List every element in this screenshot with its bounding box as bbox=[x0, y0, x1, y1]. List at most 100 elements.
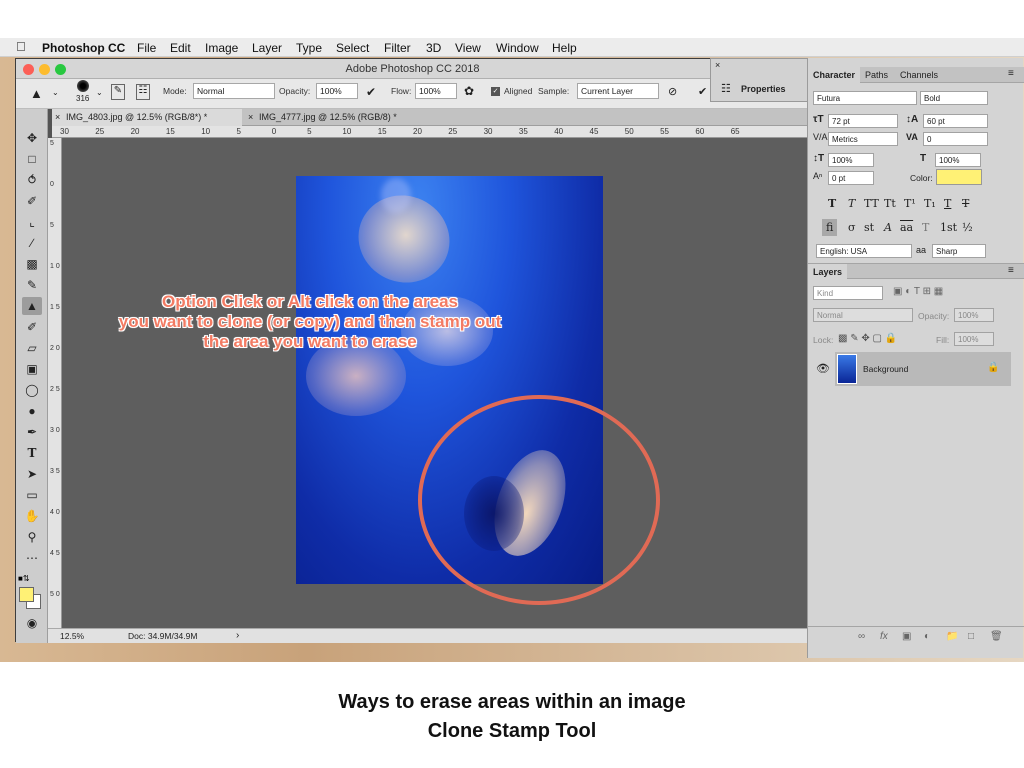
gradient-tool-icon[interactable]: ▣ bbox=[22, 360, 42, 378]
tab-paths[interactable]: Paths bbox=[860, 67, 893, 83]
layer-row-background[interactable]: 👁 Background 🔒 bbox=[816, 352, 1011, 386]
new-layer-icon[interactable]: □ bbox=[968, 631, 974, 642]
zoom-level[interactable]: 12.5% bbox=[60, 631, 84, 641]
status-menu-arrow[interactable]: › bbox=[236, 630, 239, 641]
dodge-tool-icon[interactable]: ● bbox=[22, 402, 42, 420]
language-select[interactable]: English: USA bbox=[816, 244, 912, 258]
chevron-down-icon[interactable]: ⌄ bbox=[52, 88, 59, 97]
font-style-select[interactable]: Bold bbox=[920, 91, 988, 105]
panel-menu-icon[interactable]: ≡ bbox=[1008, 265, 1014, 276]
tab-img-4777[interactable]: × IMG_4777.jpg @ 12.5% (RGB/8) * bbox=[245, 109, 435, 126]
new-group-icon[interactable]: 📁 bbox=[946, 631, 958, 642]
sample-select[interactable]: Current Layer bbox=[577, 83, 659, 99]
close-icon[interactable]: × bbox=[55, 109, 60, 126]
strikethrough-icon[interactable]: T bbox=[962, 197, 969, 210]
clone-source-icon[interactable]: ☷ bbox=[136, 84, 150, 100]
trash-icon[interactable]: 🗑 bbox=[990, 631, 1003, 642]
opacity-input[interactable]: 100% bbox=[316, 83, 358, 99]
horizontal-scale-input[interactable]: 100% bbox=[935, 153, 981, 167]
menu-type[interactable]: Type bbox=[296, 41, 322, 55]
menu-image[interactable]: Image bbox=[205, 41, 238, 55]
fractions-icon[interactable]: ½ bbox=[962, 221, 973, 234]
baseline-shift-input[interactable]: 0 pt bbox=[828, 171, 874, 185]
link-layers-icon[interactable]: ∞ bbox=[858, 631, 865, 642]
chevron-down-icon[interactable]: ⌄ bbox=[96, 88, 103, 97]
brush-settings-icon[interactable]: ✎ bbox=[111, 84, 125, 100]
eraser-tool-icon[interactable]: ▱ bbox=[22, 339, 42, 357]
subscript-icon[interactable]: T₁ bbox=[924, 197, 936, 210]
clone-stamp-icon[interactable]: ▲ bbox=[30, 86, 43, 101]
tab-img-4803[interactable]: × IMG_4803.jpg @ 12.5% (RGB/8*) * bbox=[52, 109, 242, 126]
titling-alternates-icon[interactable]: T bbox=[922, 221, 929, 234]
all-caps-icon[interactable]: TT bbox=[864, 197, 879, 210]
brush-preview-icon[interactable] bbox=[77, 80, 89, 92]
menu-view[interactable]: View bbox=[455, 41, 481, 55]
vertical-scale-input[interactable]: 100% bbox=[828, 153, 874, 167]
menu-edit[interactable]: Edit bbox=[170, 41, 191, 55]
move-tool-icon[interactable]: ✥ bbox=[22, 129, 42, 147]
quick-mask-icon[interactable]: ◉ bbox=[22, 614, 42, 632]
minimize-window-button[interactable] bbox=[39, 64, 50, 75]
marquee-tool-icon[interactable]: □ bbox=[22, 150, 42, 168]
brush-tool-icon[interactable]: ✎ bbox=[22, 276, 42, 294]
eyedropper-tool-icon[interactable]: ∕ bbox=[22, 234, 42, 252]
menu-3d[interactable]: 3D bbox=[426, 41, 441, 55]
zoom-window-button[interactable] bbox=[55, 64, 66, 75]
pressure-opacity-icon[interactable]: ✔ bbox=[366, 85, 376, 99]
blend-mode-select[interactable]: Normal bbox=[813, 308, 913, 322]
tab-channels[interactable]: Channels bbox=[895, 67, 943, 83]
zoom-tool-icon[interactable]: ⚲ bbox=[22, 528, 42, 546]
swash-icon[interactable]: A bbox=[884, 221, 892, 234]
menu-file[interactable]: File bbox=[137, 41, 156, 55]
font-size-input[interactable]: 72 pt bbox=[828, 114, 898, 128]
ligatures-icon[interactable]: fi bbox=[822, 219, 838, 236]
airbrush-icon[interactable]: ✿ bbox=[464, 84, 474, 98]
pen-tool-icon[interactable]: ✒ bbox=[22, 423, 42, 441]
layer-filter-kind[interactable]: Kind bbox=[813, 286, 883, 300]
clone-stamp-tool-icon[interactable]: ▲ bbox=[22, 297, 42, 315]
pressure-size-icon[interactable]: ✔ bbox=[698, 85, 707, 98]
more-tools-icon[interactable]: ⋯ bbox=[22, 549, 42, 567]
fill-input[interactable]: 100% bbox=[954, 332, 994, 346]
font-family-select[interactable]: Futura bbox=[813, 91, 917, 105]
history-brush-tool-icon[interactable]: ✐ bbox=[22, 318, 42, 336]
ordinals-icon[interactable]: 1st bbox=[940, 221, 957, 234]
leading-input[interactable]: 60 pt bbox=[923, 114, 988, 128]
kerning-select[interactable]: Metrics bbox=[828, 132, 898, 146]
blur-tool-icon[interactable]: ◯ bbox=[22, 381, 42, 399]
healing-brush-tool-icon[interactable]: ▩ bbox=[22, 255, 42, 273]
menu-filter[interactable]: Filter bbox=[384, 41, 411, 55]
text-color-swatch[interactable] bbox=[936, 169, 982, 185]
properties-label[interactable]: Properties bbox=[741, 84, 786, 94]
layer-filter-icons[interactable]: ▣ ◐ T ⊞ ▦ bbox=[893, 286, 943, 297]
layer-name[interactable]: Background bbox=[863, 364, 908, 374]
visibility-eye-icon[interactable]: 👁 bbox=[816, 362, 830, 375]
tracking-select[interactable]: 0 bbox=[923, 132, 988, 146]
old-style-icon[interactable]: σ bbox=[848, 221, 856, 234]
flow-input[interactable]: 100% bbox=[415, 83, 457, 99]
discretionary-ligatures-icon[interactable]: st bbox=[864, 221, 874, 234]
antialias-select[interactable]: Sharp bbox=[932, 244, 986, 258]
close-window-button[interactable] bbox=[23, 64, 34, 75]
aligned-checkbox[interactable]: ✓ bbox=[491, 87, 500, 96]
path-selection-tool-icon[interactable]: ➤ bbox=[22, 465, 42, 483]
menu-help[interactable]: Help bbox=[552, 41, 577, 55]
add-mask-icon[interactable]: ▣ bbox=[902, 631, 911, 642]
superscript-icon[interactable]: T¹ bbox=[904, 197, 916, 210]
rectangle-tool-icon[interactable]: ▭ bbox=[22, 486, 42, 504]
underline-icon[interactable]: T bbox=[944, 197, 951, 210]
type-tool-icon[interactable]: T bbox=[22, 444, 42, 462]
small-caps-icon[interactable]: Tt bbox=[884, 197, 896, 210]
tab-character[interactable]: Character bbox=[808, 67, 861, 83]
default-colors-icon[interactable]: ■⇅ bbox=[18, 574, 30, 583]
close-icon[interactable]: × bbox=[248, 109, 253, 126]
apple-icon[interactable]:  bbox=[16, 39, 26, 54]
app-menu[interactable]: Photoshop CC bbox=[42, 41, 125, 55]
quick-select-tool-icon[interactable]: ✐ bbox=[22, 192, 42, 210]
mode-select[interactable]: Normal bbox=[193, 83, 275, 99]
hand-tool-icon[interactable]: ✋ bbox=[22, 507, 42, 525]
menu-window[interactable]: Window bbox=[496, 41, 539, 55]
crop-tool-icon[interactable]: ⌞ bbox=[22, 213, 42, 231]
menu-layer[interactable]: Layer bbox=[252, 41, 282, 55]
ignore-adjustment-icon[interactable]: ⊘ bbox=[668, 85, 677, 98]
